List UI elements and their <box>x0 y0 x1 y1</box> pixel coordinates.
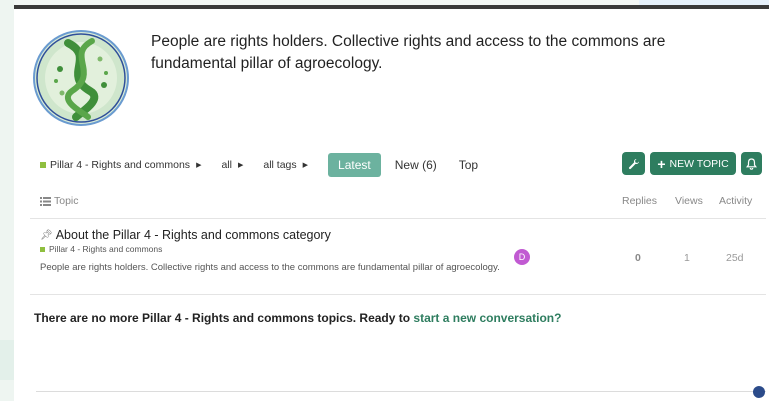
wrench-icon <box>628 158 639 169</box>
bottom-widget-dot[interactable] <box>753 386 765 398</box>
caret-right-icon: ▶ <box>302 162 309 169</box>
no-more-topics-message: There are no more Pillar 4 - Rights and … <box>34 311 561 325</box>
navigation-bar: Pillar 4 - Rights and commons ▶ all ▶ al… <box>40 152 500 178</box>
page-left-edge <box>0 0 14 401</box>
breadcrumb-category-label: Pillar 4 - Rights and commons <box>50 159 191 171</box>
topic-title-link[interactable]: 📌︎ About the Pillar 4 - Rights and commo… <box>40 228 331 242</box>
column-header-activity[interactable]: Activity <box>719 195 752 207</box>
row-divider <box>30 294 766 295</box>
topic-replies-count[interactable]: 0 <box>635 252 641 264</box>
breadcrumb-tags[interactable]: all tags ▶ <box>263 159 308 171</box>
topic-title-text: About the Pillar 4 - Rights and commons … <box>55 228 331 242</box>
breadcrumb-category[interactable]: Pillar 4 - Rights and commons ▶ <box>40 159 201 171</box>
new-topic-label: NEW TOPIC <box>669 157 729 170</box>
topic-views-count: 1 <box>684 252 690 264</box>
caret-right-icon: ▶ <box>196 162 202 169</box>
category-logo <box>32 29 130 127</box>
avatar[interactable]: D <box>514 249 530 265</box>
plus-icon: + <box>657 155 666 172</box>
category-description: People are rights holders. Collective ri… <box>151 33 666 72</box>
breadcrumb-all[interactable]: all ▶ <box>221 159 243 171</box>
left-edge-accent <box>0 340 14 380</box>
topic-activity-time[interactable]: 25d <box>726 252 744 264</box>
top-bar <box>14 5 769 9</box>
caret-right-icon: ▶ <box>237 162 244 169</box>
column-header-topic-label: Topic <box>54 195 79 207</box>
breadcrumb-all-label: all <box>221 159 232 171</box>
tab-top[interactable]: Top <box>459 158 478 172</box>
topic-category-label: Pillar 4 - Rights and commons <box>49 244 163 254</box>
column-header-replies[interactable]: Replies <box>622 195 657 207</box>
topic-category-badge[interactable]: Pillar 4 - Rights and commons <box>40 244 162 254</box>
bottom-scroll-edge <box>36 391 766 395</box>
column-header-topic[interactable]: Topic <box>40 195 79 207</box>
notification-button[interactable] <box>741 152 762 175</box>
no-more-topics-text: There are no more Pillar 4 - Rights and … <box>34 311 414 325</box>
category-square-icon <box>40 162 46 168</box>
tab-latest[interactable]: Latest <box>328 153 381 177</box>
topic-excerpt: People are rights holders. Collective ri… <box>40 262 500 273</box>
category-page: People are rights holders. Collective ri… <box>14 5 769 401</box>
agroecology-pillar-logo-icon <box>33 30 129 126</box>
category-admin-button[interactable] <box>622 152 645 175</box>
start-new-conversation-link[interactable]: start a new conversation? <box>413 311 561 325</box>
header-divider <box>30 218 766 219</box>
column-header-views[interactable]: Views <box>675 195 703 207</box>
bell-icon <box>746 157 757 170</box>
breadcrumb-tags-label: all tags <box>263 159 297 171</box>
list-icon <box>40 196 51 206</box>
tab-new[interactable]: New (6) <box>395 158 437 172</box>
new-topic-button[interactable]: + NEW TOPIC <box>650 152 736 175</box>
pin-icon: 📌︎ <box>40 229 53 241</box>
category-square-icon <box>40 246 45 252</box>
